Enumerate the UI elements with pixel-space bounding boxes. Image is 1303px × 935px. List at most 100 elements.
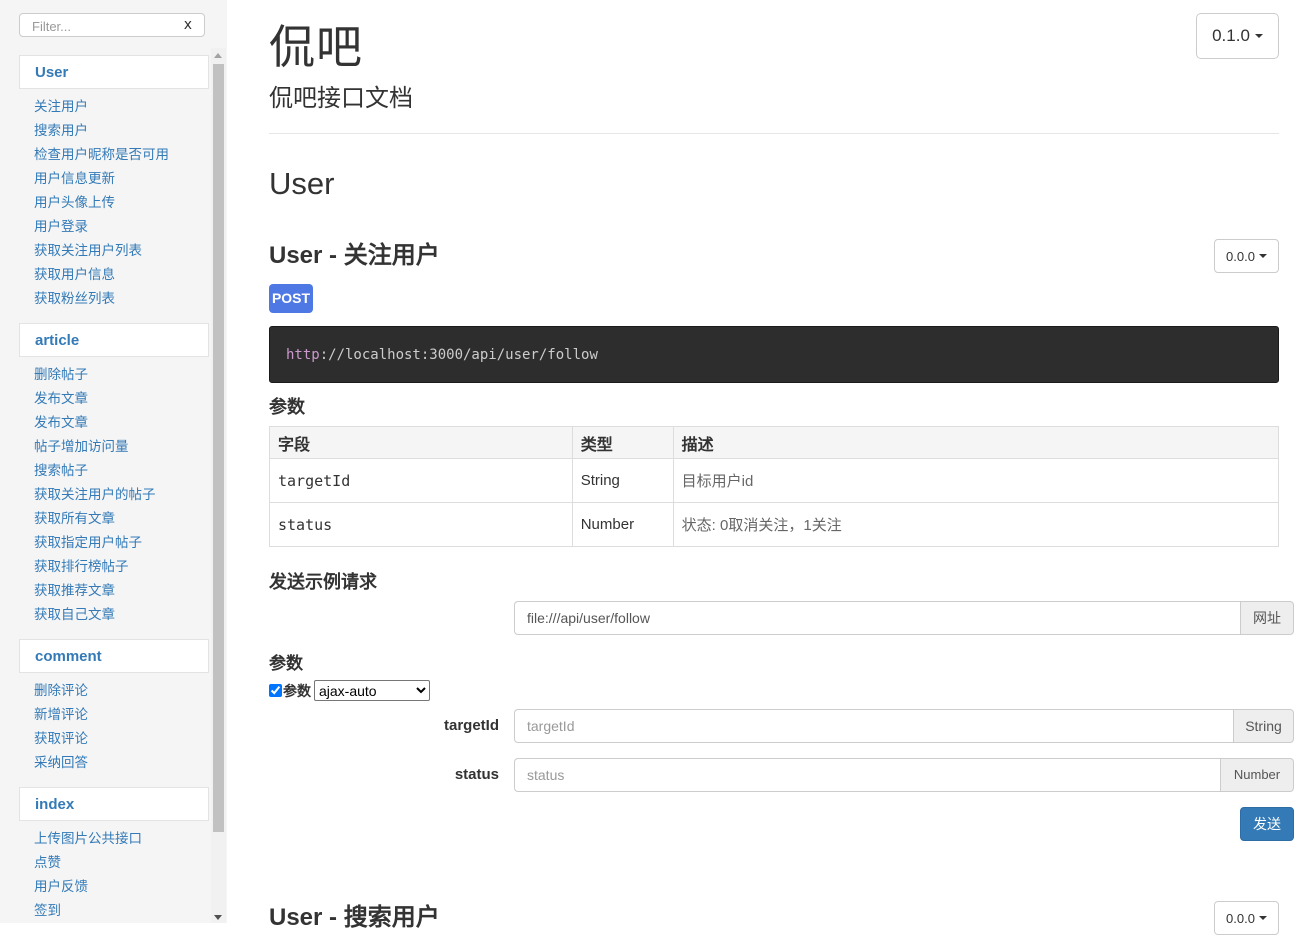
nav-link-upload-image[interactable]: 上传图片公共接口 xyxy=(19,827,209,851)
nav-link-publish-article-2[interactable]: 发布文章 xyxy=(19,411,209,435)
nav-item: 用户登录 xyxy=(19,215,209,239)
nav-item: 上传图片公共接口 xyxy=(19,827,209,851)
project-title: 侃吧 xyxy=(269,21,363,73)
endpoint-version-label: 0.0.0 xyxy=(1226,248,1255,264)
url-protocol: http xyxy=(286,347,320,363)
endpoint-title: User - 关注用户 xyxy=(269,242,440,269)
nav-link-add-comment[interactable]: 新增评论 xyxy=(19,703,209,727)
send-button[interactable]: 发送 xyxy=(1240,807,1294,841)
nav-list: 上传图片公共接口 点赞 用户反馈 签到 xyxy=(19,821,209,923)
project-version-label: 0.1.0 xyxy=(1212,26,1250,45)
caret-down-icon xyxy=(1258,254,1267,258)
nav-item: 获取所有文章 xyxy=(19,507,209,531)
nav-item: 用户反馈 xyxy=(19,875,209,899)
next-endpoint-version-label: 0.0.0 xyxy=(1226,910,1255,926)
nav-group-comment: comment 删除评论 新增评论 获取评论 采纳回答 xyxy=(19,639,209,779)
next-endpoint-version-dropdown[interactable]: 0.0.0 xyxy=(1214,901,1279,935)
divider xyxy=(269,133,1279,134)
nav-link-feedback[interactable]: 用户反馈 xyxy=(19,875,209,899)
nav-item: 发布文章 xyxy=(19,411,209,435)
nav-link-update-user[interactable]: 用户信息更新 xyxy=(19,167,209,191)
params-checkbox[interactable] xyxy=(269,684,282,697)
targetid-input[interactable] xyxy=(514,709,1233,743)
caret-down-icon xyxy=(1258,916,1267,920)
nav-group-article: article 删除帖子 发布文章 发布文章 帖子增加访问量 搜索帖子 获取关注… xyxy=(19,323,209,631)
nav-link-delete-comment[interactable]: 删除评论 xyxy=(19,679,209,703)
nav-link-post-views[interactable]: 帖子增加访问量 xyxy=(19,435,209,459)
scroll-up-arrow-icon[interactable] xyxy=(214,53,222,58)
nav-link-get-comments[interactable]: 获取评论 xyxy=(19,727,209,751)
scroll-thumb[interactable] xyxy=(213,64,224,832)
nav-item: 点赞 xyxy=(19,851,209,875)
nav-item: 获取推荐文章 xyxy=(19,579,209,603)
request-mode-select[interactable]: ajax-auto xyxy=(314,680,430,701)
nav-link-checkin[interactable]: 签到 xyxy=(19,899,209,923)
nav-header-index[interactable]: index xyxy=(19,787,209,821)
col-header-desc: 描述 xyxy=(672,426,1280,459)
nav-header-article[interactable]: article xyxy=(19,323,209,357)
nav-item: 获取评论 xyxy=(19,727,209,751)
nav-link-ranking-posts[interactable]: 获取排行榜帖子 xyxy=(19,555,209,579)
cell-desc: 目标用户id xyxy=(672,458,1280,503)
field-row-status: status Number xyxy=(269,758,1294,792)
nav-link-login[interactable]: 用户登录 xyxy=(19,215,209,239)
nav-link-fans-list[interactable]: 获取粉丝列表 xyxy=(19,287,209,311)
nav-link-user-posts[interactable]: 获取指定用户帖子 xyxy=(19,531,209,555)
nav-link-upload-avatar[interactable]: 用户头像上传 xyxy=(19,191,209,215)
table-header-row: 字段 类型 描述 xyxy=(269,426,1280,459)
nav-link-following-list[interactable]: 获取关注用户列表 xyxy=(19,239,209,263)
field-label: status xyxy=(454,766,499,783)
cell-field: targetId xyxy=(269,458,573,503)
nav-item: 删除帖子 xyxy=(19,363,209,387)
nav-link-accept-answer[interactable]: 采纳回答 xyxy=(19,751,209,775)
nav-item: 搜索帖子 xyxy=(19,459,209,483)
section-title: User xyxy=(269,166,335,201)
field-group: String xyxy=(514,709,1294,743)
sidebar-nav: User 关注用户 搜索用户 检查用户昵称是否可用 用户信息更新 用户头像上传 … xyxy=(19,55,209,923)
status-input[interactable] xyxy=(514,758,1220,792)
sample-url-input[interactable] xyxy=(514,601,1240,635)
sidebar-scrollbar[interactable] xyxy=(211,48,226,923)
nav-link-publish-article[interactable]: 发布文章 xyxy=(19,387,209,411)
filter-clear-button[interactable]: x xyxy=(184,17,192,33)
nav-link-own-articles[interactable]: 获取自己文章 xyxy=(19,603,209,627)
nav-item: 获取自己文章 xyxy=(19,603,209,627)
nav-item: 用户头像上传 xyxy=(19,191,209,215)
nav-item: 关注用户 xyxy=(19,95,209,119)
nav-link-following-posts[interactable]: 获取关注用户的帖子 xyxy=(19,483,209,507)
nav-link-search-post[interactable]: 搜索帖子 xyxy=(19,459,209,483)
col-header-field: 字段 xyxy=(269,426,573,459)
nav-item: 获取粉丝列表 xyxy=(19,287,209,311)
scroll-down-arrow-icon[interactable] xyxy=(214,915,222,920)
endpoint-version-dropdown[interactable]: 0.0.0 xyxy=(1214,239,1279,273)
nav-link-all-articles[interactable]: 获取所有文章 xyxy=(19,507,209,531)
field-label: targetId xyxy=(443,717,499,734)
project-version-dropdown[interactable]: 0.1.0 xyxy=(1196,13,1279,59)
nav-link-recommended[interactable]: 获取推荐文章 xyxy=(19,579,209,603)
nav-header-comment[interactable]: comment xyxy=(19,639,209,673)
nav-link-follow-user[interactable]: 关注用户 xyxy=(19,95,209,119)
nav-link-check-nickname[interactable]: 检查用户昵称是否可用 xyxy=(19,143,209,167)
nav-link-like[interactable]: 点赞 xyxy=(19,851,209,875)
filter-input[interactable] xyxy=(32,18,172,34)
endpoint-url-code: http://localhost:3000/api/user/follow xyxy=(269,326,1279,383)
nav-link-search-user[interactable]: 搜索用户 xyxy=(19,119,209,143)
nav-item: 签到 xyxy=(19,899,209,923)
nav-link-user-info[interactable]: 获取用户信息 xyxy=(19,263,209,287)
params-heading: 参数 xyxy=(269,397,305,417)
main-content: 侃吧 侃吧接口文档 0.1.0 User User - 关注用户 0.0.0 P… xyxy=(269,0,1294,935)
sample-request-heading: 发送示例请求 xyxy=(269,572,377,592)
nav-link-delete-post[interactable]: 删除帖子 xyxy=(19,363,209,387)
nav-header-user[interactable]: User xyxy=(19,55,209,89)
url-path: ://localhost:3000/api/user/follow xyxy=(319,347,598,363)
sample-params-heading: 参数 xyxy=(269,654,303,673)
filter-box: x xyxy=(19,13,205,37)
table-row: targetId String 目标用户id xyxy=(269,458,1280,503)
nav-item: 发布文章 xyxy=(19,387,209,411)
sample-url-addon: 网址 xyxy=(1240,601,1294,635)
nav-list: 关注用户 搜索用户 检查用户昵称是否可用 用户信息更新 用户头像上传 用户登录 … xyxy=(19,89,209,315)
field-type-addon: String xyxy=(1233,709,1294,743)
nav-item: 搜索用户 xyxy=(19,119,209,143)
cell-type: Number xyxy=(571,502,674,547)
nav-group-user: User 关注用户 搜索用户 检查用户昵称是否可用 用户信息更新 用户头像上传 … xyxy=(19,55,209,315)
